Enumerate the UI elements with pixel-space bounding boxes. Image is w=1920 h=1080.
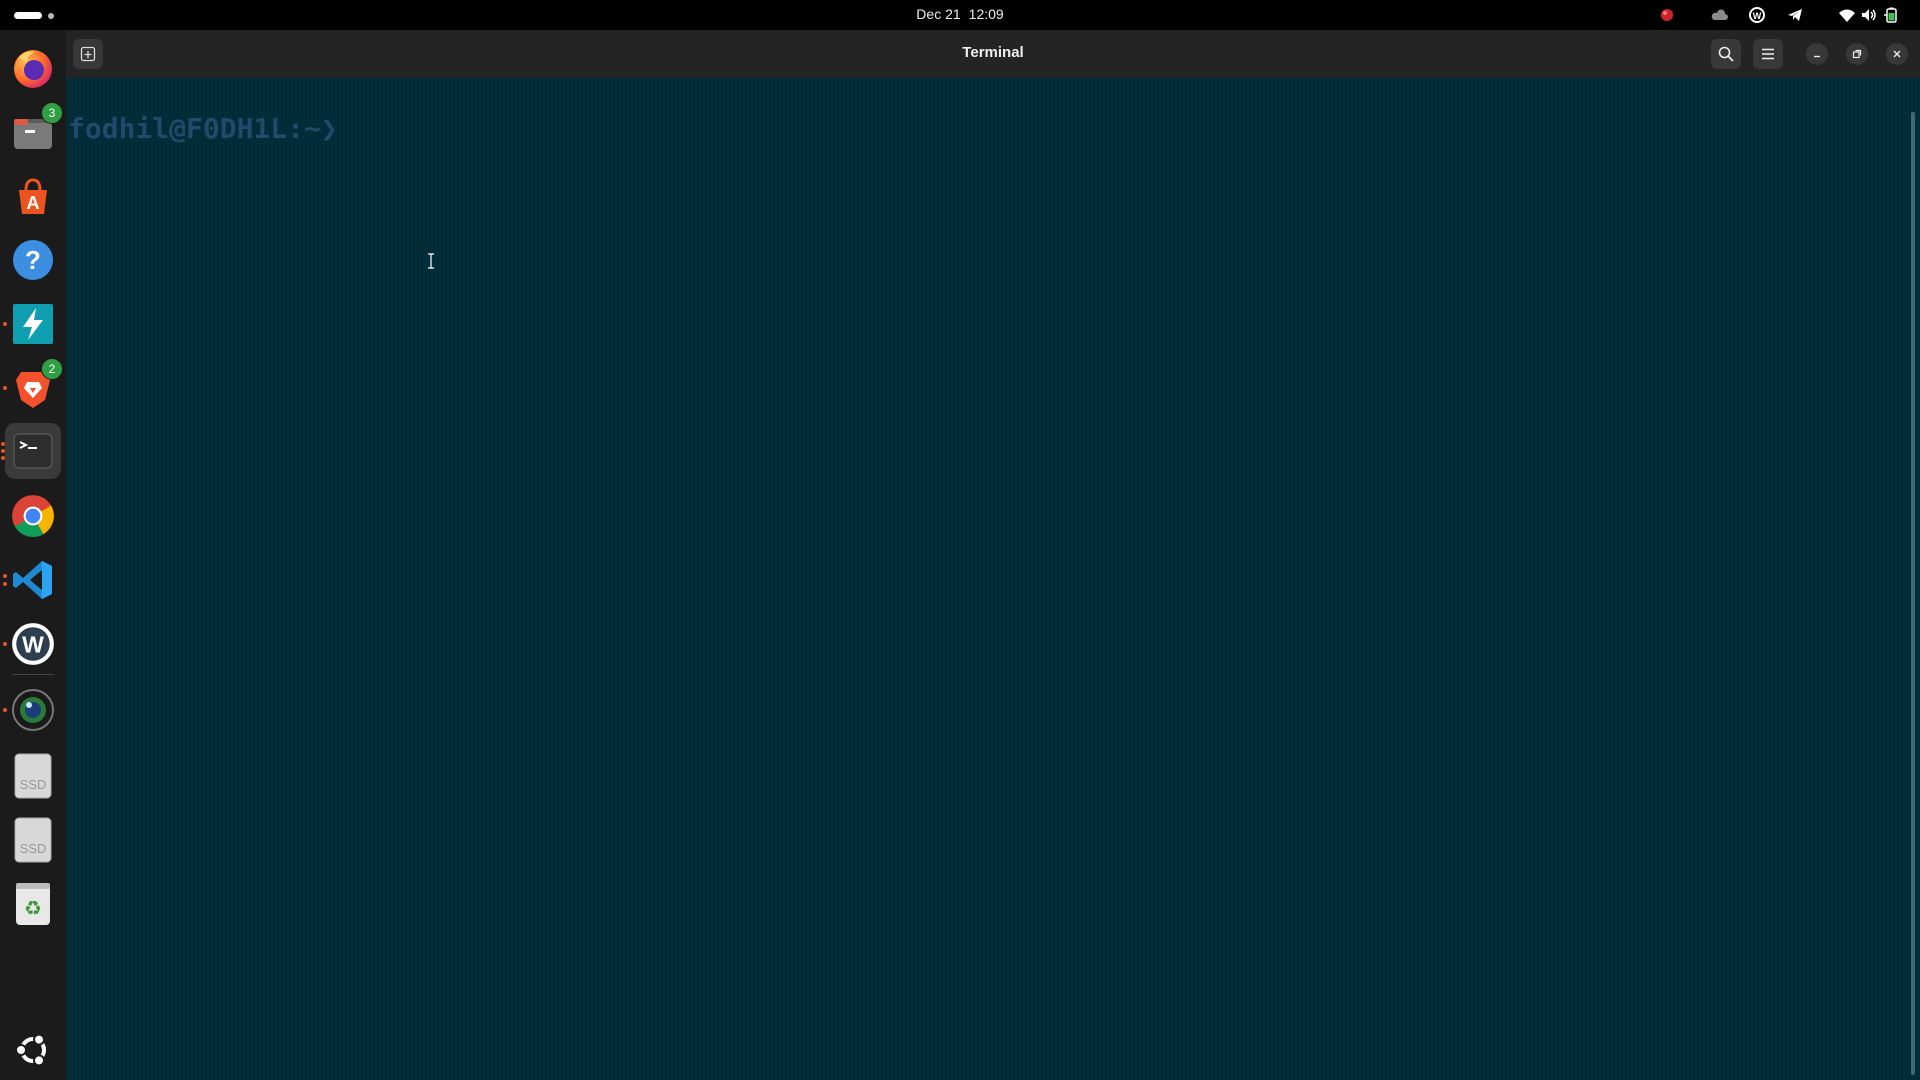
wifi-icon[interactable] [1836, 4, 1858, 26]
ssd-drive-icon: SSD [14, 753, 52, 799]
ssd-label: SSD [20, 841, 47, 856]
app-center-icon: A [19, 178, 47, 214]
dock-lightning-app[interactable] [3, 300, 57, 348]
terminal-icon [13, 433, 53, 469]
cloud-icon[interactable] [1708, 4, 1730, 26]
dock-ssd-drive-2[interactable]: SSD [9, 816, 57, 864]
running-indicator [3, 642, 7, 646]
running-indicator [3, 574, 7, 578]
running-indicator [3, 582, 7, 586]
menu-button[interactable] [1753, 39, 1783, 69]
close-button[interactable] [1886, 43, 1908, 65]
scrollbar[interactable] [1911, 112, 1915, 1075]
dock-vscode[interactable] [3, 556, 57, 604]
dock-ssd-drive-1[interactable]: SSD [9, 752, 57, 800]
running-indicator [1, 449, 5, 453]
dock-separator [12, 674, 54, 675]
restore-icon [1852, 49, 1862, 59]
dock: 3 A ? 2 W SSD SSD ♻ [0, 30, 66, 1080]
running-indicator [3, 322, 7, 326]
svg-text:W: W [1753, 11, 1762, 21]
dock-trash[interactable]: ♻ [9, 880, 57, 928]
dock-chrome[interactable] [9, 492, 57, 540]
minimize-button[interactable] [1806, 43, 1828, 65]
top-bar: Dec 21 12:09 W [0, 0, 1920, 30]
svg-text:W: W [22, 631, 44, 657]
svg-text:?: ? [25, 245, 41, 275]
files-badge: 3 [41, 102, 63, 124]
running-indicator [1, 456, 5, 460]
minimize-icon [1814, 55, 1820, 58]
window-title: Terminal [962, 44, 1024, 61]
ssd-drive-icon: SSD [14, 817, 52, 863]
help-icon: ? [13, 240, 53, 280]
dock-app-center[interactable]: A [9, 172, 57, 220]
search-button[interactable] [1711, 39, 1741, 69]
running-indicator [3, 708, 7, 712]
w-logo-icon: W [12, 623, 54, 665]
ubuntu-logo-icon [15, 1033, 46, 1067]
clock-date: Dec 21 [916, 6, 961, 22]
restore-button[interactable] [1846, 43, 1868, 65]
workspace-indicator [48, 12, 54, 19]
new-tab-icon [80, 46, 96, 62]
dock-terminal[interactable] [1, 423, 61, 479]
dock-help[interactable]: ? [9, 236, 57, 284]
dock-w-app[interactable]: W [3, 620, 57, 668]
telegram-icon[interactable] [1784, 4, 1806, 26]
system-tray: W [1656, 4, 1902, 26]
activities-button[interactable] [14, 12, 54, 19]
header-bar: Terminal [66, 30, 1920, 78]
dock-files[interactable]: 3 [9, 102, 63, 156]
clock[interactable]: Dec 21 12:09 [916, 6, 1003, 22]
firefox-icon [14, 50, 52, 88]
dock-brave[interactable]: 2 [3, 358, 63, 412]
clock-time: 12:09 [968, 6, 1004, 22]
search-icon [1718, 46, 1734, 62]
new-tab-button[interactable] [73, 39, 103, 69]
ssd-label: SSD [20, 777, 47, 792]
terminal-area[interactable]: fodhil@F0DH1L:~❯ [66, 78, 1920, 1080]
record-indicator-icon[interactable] [1656, 4, 1678, 26]
shell-prompt: fodhil@F0DH1L:~❯ [68, 112, 338, 145]
lightning-icon [13, 304, 53, 344]
camera-lens-icon [12, 689, 54, 731]
show-apps-button[interactable] [9, 1026, 57, 1074]
dock-firefox[interactable] [9, 44, 57, 92]
chrome-icon [12, 495, 54, 537]
battery-icon[interactable] [1880, 4, 1902, 26]
brave-badge: 2 [41, 358, 63, 380]
w-app-icon[interactable]: W [1746, 4, 1768, 26]
running-indicator [1, 442, 5, 446]
close-icon [1893, 50, 1901, 58]
svg-text:♻: ♻ [24, 896, 42, 920]
vscode-icon [13, 561, 52, 599]
workspace-indicator-active [14, 12, 42, 19]
hamburger-menu-icon [1762, 48, 1774, 60]
svg-text:A: A [27, 193, 40, 213]
running-indicator [3, 386, 7, 390]
volume-icon[interactable] [1858, 4, 1880, 26]
dock-camera-app[interactable] [3, 686, 57, 734]
text-cursor-icon [428, 253, 434, 269]
trash-icon: ♻ [16, 883, 50, 925]
terminal-window: Terminal fodhil@F0DH1L:~❯ [66, 30, 1920, 1080]
